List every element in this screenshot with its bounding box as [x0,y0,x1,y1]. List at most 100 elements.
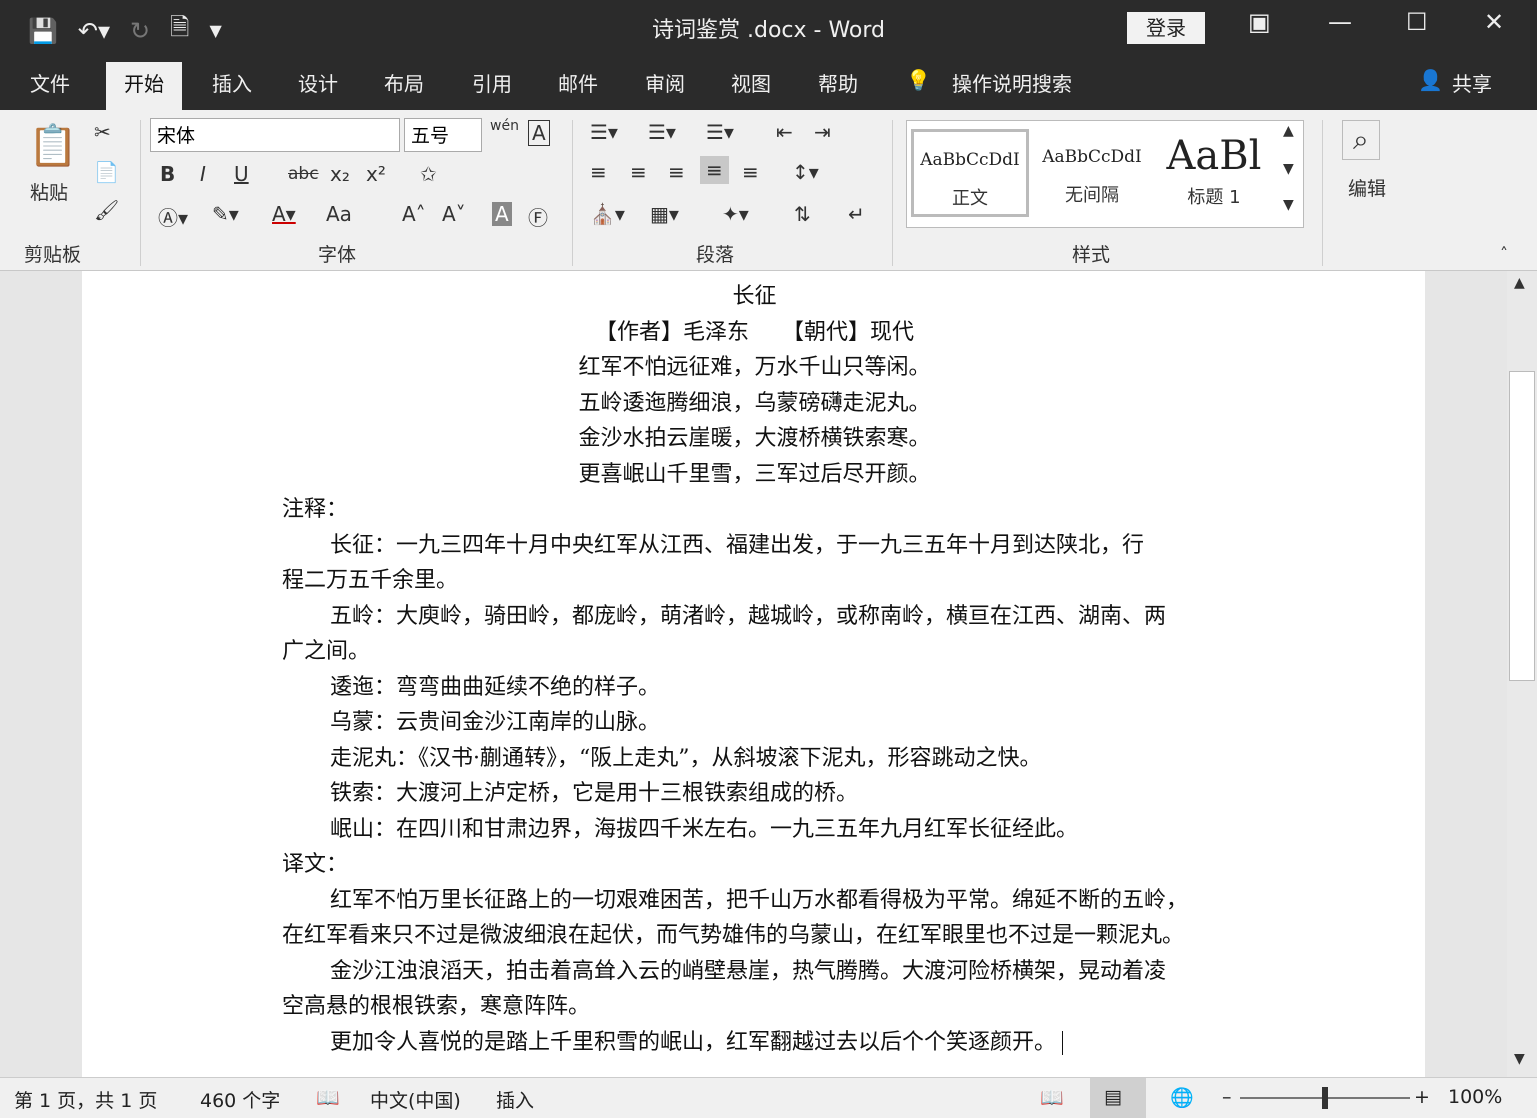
style-no-spacing[interactable]: AaBbCcDdI 无间隔 [1033,129,1151,217]
borders-icon[interactable]: ▦▾ [650,202,679,226]
style-name: 标题 1 [1187,187,1241,208]
multilevel-list-icon[interactable]: ☰▾ [706,120,734,144]
align-center-icon[interactable]: ≡ [630,160,647,184]
paste-button[interactable]: 粘贴 [30,178,68,205]
document-area: 长征 【作者】毛泽东 【朝代】现代 红军不怕远征难，万水千山只等闲。 五岭逶迤腾… [0,271,1537,1077]
underline-button[interactable]: U [234,162,249,186]
login-button[interactable]: 登录 [1127,12,1205,44]
styles-more-icon[interactable]: ▼ [1283,197,1294,213]
title-bar: 💾 ↶▾ ↻ 🗎 ▼ 诗词鉴赏 .docx - Word 登录 ▣ — ☐ ✕ [0,0,1537,56]
ribbon-display-icon[interactable]: ▣ [1248,8,1271,36]
style-preview: AaBl [1166,133,1262,179]
numbering-icon[interactable]: ☰▾ [648,120,676,144]
paste-icon[interactable]: 📋 [28,122,78,169]
justify-icon[interactable]: ≡ [700,156,729,184]
insert-mode[interactable]: 插入 [496,1086,534,1113]
cut-icon[interactable]: ✂ [94,120,111,144]
tab-design[interactable]: 设计 [298,68,338,97]
font-color-icon[interactable]: A▾ [272,202,296,226]
style-normal[interactable]: AaBbCcDdI 正文 [911,129,1029,217]
font-size-combo[interactable]: 五号 [404,118,482,152]
bullets-icon[interactable]: ☰▾ [590,120,618,144]
minimize-icon[interactable]: — [1328,8,1352,36]
highlight-icon[interactable]: ✎▾ [212,202,239,226]
phonetic-guide-button[interactable]: wén [490,118,519,134]
align-left-icon[interactable]: ≡ [590,160,607,184]
language-indicator[interactable]: 中文(中国) [370,1086,461,1113]
strikethrough-button[interactable]: abc [288,164,319,184]
page-count[interactable]: 第 1 页，共 1 页 [14,1086,157,1113]
align-right-icon[interactable]: ≡ [668,160,685,184]
clear-formatting-icon[interactable]: ✩ [420,162,437,186]
find-icon[interactable]: ⌕ [1342,120,1380,160]
show-marks-icon[interactable]: ↵ [848,202,865,226]
style-heading-1[interactable]: AaBl 标题 1 [1155,129,1273,217]
tab-help[interactable]: 帮助 [818,68,858,97]
notes-heading: 注释： [282,497,349,522]
bold-button[interactable]: B [160,162,175,186]
font-name-combo[interactable]: 宋体 [150,118,400,152]
tab-review[interactable]: 审阅 [645,68,685,97]
style-preview: AaBbCcDdI [1042,147,1142,167]
close-icon[interactable]: ✕ [1484,8,1504,36]
style-name: 正文 [952,188,988,209]
zoom-slider-thumb[interactable] [1322,1087,1328,1109]
scroll-down-icon[interactable]: ▼ [1514,1051,1525,1067]
page[interactable]: 长征 【作者】毛泽东 【朝代】现代 红军不怕远征难，万水千山只等闲。 五岭逶迤腾… [82,271,1425,1077]
sort-icon[interactable]: ⇅ [794,202,811,226]
tab-home[interactable]: 开始 [106,62,182,110]
superscript-button[interactable]: x² [366,162,386,186]
italic-button[interactable]: I [200,162,206,186]
styles-scroll-up-icon[interactable]: ▲ [1283,123,1294,139]
word-count[interactable]: 460 个字 [200,1086,280,1113]
proofing-icon[interactable]: 📖 [316,1086,340,1109]
text-effects-icon[interactable]: Ⓐ▾ [158,202,188,231]
zoom-in-icon[interactable]: + [1414,1086,1430,1108]
decrease-indent-icon[interactable]: ⇤ [776,120,793,144]
tab-insert[interactable]: 插入 [212,68,252,97]
distributed-icon[interactable]: ≡ [742,160,759,184]
read-mode-icon[interactable]: 📖 [1040,1086,1064,1109]
editing-button[interactable]: 编辑 [1348,174,1386,201]
lightbulb-icon: 💡 [906,68,931,92]
scroll-up-icon[interactable]: ▲ [1514,275,1525,291]
tab-mailings[interactable]: 邮件 [558,68,598,97]
note-line: 长征：一九三四年十月中央红军从江西、福建出发，于一九三五年十月到达陕北，行 [330,532,1145,558]
document-body[interactable]: 长征 【作者】毛泽东 【朝代】现代 红军不怕远征难，万水千山只等闲。 五岭逶迤腾… [282,279,1227,1060]
char-shading-icon[interactable]: A [492,202,512,226]
vertical-scrollbar[interactable]: ▲ ▼ [1507,271,1537,1077]
char-border-icon[interactable]: A [528,120,550,146]
zoom-level[interactable]: 100% [1448,1086,1502,1108]
share-button[interactable]: 共享 [1452,68,1492,97]
format-painter-icon[interactable]: 🖌 [94,198,119,222]
web-layout-icon[interactable]: 🌐 [1170,1086,1194,1109]
translation-line: 金沙江浊浪滔天，拍击着高耸入云的峭壁悬崖，热气腾腾。大渡河险桥横架，晃动着凌 [330,958,1167,984]
collapse-ribbon-icon[interactable]: ˄ [1500,244,1508,263]
shrink-font-icon[interactable]: A˅ [442,202,466,226]
note-line: 逶迤：弯弯曲曲延续不绝的样子。 [330,674,661,700]
increase-indent-icon[interactable]: ⇥ [814,120,831,144]
change-case-button[interactable]: Aa [326,202,352,226]
line-spacing-icon[interactable]: ↕▾ [792,160,819,184]
styles-scroll-down-icon[interactable]: ▼ [1283,161,1294,177]
tab-file[interactable]: 文件 [30,68,70,97]
scroll-thumb[interactable] [1509,371,1535,681]
group-divider [1322,120,1323,266]
tab-view[interactable]: 视图 [731,68,771,97]
tab-layout[interactable]: 布局 [384,68,424,97]
tell-me-search[interactable]: 操作说明搜索 [952,68,1072,97]
styles-gallery: AaBbCcDdI 正文 AaBbCcDdI 无间隔 AaBl 标题 1 ▲ ▼… [906,120,1304,228]
maximize-icon[interactable]: ☐ [1406,8,1428,36]
group-divider [572,120,573,266]
style-preview: AaBbCcDdI [920,150,1020,170]
enclose-char-icon[interactable]: Ⓕ [528,202,548,231]
chinese-layout-icon[interactable]: ✦▾ [722,202,749,226]
zoom-out-icon[interactable]: – [1222,1086,1232,1108]
subscript-button[interactable]: x₂ [330,162,350,186]
tab-references[interactable]: 引用 [472,68,512,97]
shading-icon[interactable]: ⛪▾ [590,202,625,226]
copy-icon[interactable]: 📄 [94,160,119,184]
note-line: 乌蒙：云贵间金沙江南岸的山脉。 [330,710,661,735]
share-icon[interactable]: 👤 [1418,68,1443,92]
grow-font-icon[interactable]: A˄ [402,202,426,226]
